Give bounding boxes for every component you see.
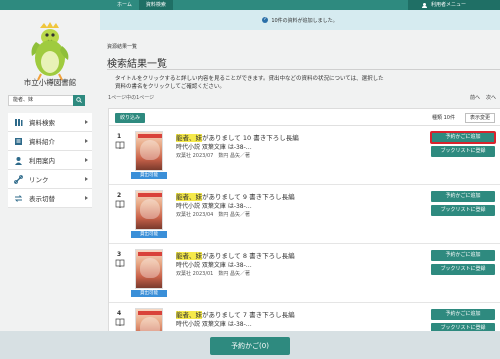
sidebar-item-link[interactable]: リンク bbox=[8, 170, 92, 189]
title-highlight: 能者、妹 bbox=[176, 193, 202, 201]
book-cover[interactable] bbox=[135, 249, 163, 289]
sidebar-item-intro[interactable]: 資料紹介 bbox=[8, 132, 92, 151]
book-icon bbox=[115, 259, 125, 267]
top-nav: ホーム 資料検索 bbox=[110, 0, 173, 10]
item-title[interactable]: 能者、妹がありまして 7 書き下ろし長編 bbox=[176, 309, 295, 319]
item-series: 時代小説 双葉文庫 は-38-… bbox=[176, 144, 252, 151]
item-series: 時代小説 双葉文庫 は-38-… bbox=[176, 321, 252, 328]
title-rest: がありまして 10 書き下ろし長編 bbox=[202, 134, 299, 142]
cart-bar: 予約かご(0) bbox=[0, 331, 500, 359]
item-meta: 双葉社 2023/04 数円 昌矢／著 bbox=[176, 212, 250, 218]
sidebar-item-guide[interactable]: 利用案内 bbox=[8, 151, 92, 170]
results-header: 絞り込み 種類 10件 表示変更 bbox=[109, 109, 500, 126]
view-change-button[interactable]: 表示変更 bbox=[465, 113, 495, 123]
sidebar-item-label: リンク bbox=[29, 176, 49, 184]
item-number: 3 bbox=[117, 251, 122, 258]
item-number: 1 bbox=[117, 133, 122, 140]
sidebar-item-label: 表示切替 bbox=[29, 195, 55, 203]
title-rest: がありまして 7 書き下ろし長編 bbox=[202, 311, 295, 319]
title-rest: がありまして 8 書き下ろし長編 bbox=[202, 252, 295, 260]
result-item: 1 貸出可能 能者、妹がありまして 10 書き下ろし長編 時代小説 双葉文庫 は… bbox=[109, 127, 500, 185]
availability-badge: 貸出可能 bbox=[131, 231, 167, 238]
result-count: 種類 10件 bbox=[432, 115, 455, 121]
add-to-cart-button[interactable]: 予約かごに追加 bbox=[431, 309, 495, 320]
pager-next[interactable]: 次へ bbox=[486, 94, 496, 101]
result-item: 3 貸出可能 能者、妹がありまして 8 書き下ろし長編 時代小説 双葉文庫 は-… bbox=[109, 245, 500, 303]
add-to-cart-button[interactable]: 予約かごに追加 bbox=[430, 131, 496, 144]
book-cover[interactable] bbox=[135, 131, 163, 171]
title-highlight: 能者、妹 bbox=[176, 252, 202, 260]
notice-banner: ✓ 10件の資料が追加しました。 bbox=[100, 10, 500, 30]
chevron-right-icon bbox=[85, 139, 88, 143]
add-to-booklist-button[interactable]: ブックリストに登録 bbox=[431, 146, 495, 157]
add-to-booklist-button[interactable]: ブックリストに登録 bbox=[431, 264, 495, 275]
result-item: 2 貸出可能 能者、妹がありまして 9 書き下ろし長編 時代小説 双葉文庫 は-… bbox=[109, 186, 500, 244]
sidebar-item-switch[interactable]: 表示切替 bbox=[8, 189, 92, 208]
item-title[interactable]: 能者、妹がありまして 8 書き下ろし長編 bbox=[176, 250, 295, 260]
results-panel: 絞り込み 種類 10件 表示変更 1 貸出可能 能者、妹がありまして 10 書き… bbox=[108, 108, 500, 359]
page-description: タイトルをクリックすると詳しい内容を見ることができます。貸出中などの資料の状況に… bbox=[115, 76, 384, 90]
search-button[interactable] bbox=[73, 95, 85, 106]
item-series: 時代小説 双葉文庫 は-38-… bbox=[176, 203, 252, 210]
page-title: 検索結果一覧 bbox=[107, 59, 167, 70]
title-highlight: 能者、妹 bbox=[176, 311, 202, 319]
filter-button[interactable]: 絞り込み bbox=[115, 113, 145, 123]
sidebar-item-label: 資料検索 bbox=[29, 119, 55, 127]
divider bbox=[107, 69, 500, 70]
chevron-right-icon bbox=[85, 196, 88, 200]
add-to-cart-button[interactable]: 予約かごに追加 bbox=[431, 191, 495, 202]
library-name: 市立小樽図書館 bbox=[23, 78, 77, 87]
pager-prev[interactable]: 前へ bbox=[470, 94, 480, 101]
main-content: 資源結果一覧 検索結果一覧 タイトルをクリックすると詳しい内容を見ることができま… bbox=[100, 30, 500, 359]
sidebar-item-label: 資料紹介 bbox=[29, 138, 55, 146]
chevron-right-icon bbox=[85, 177, 88, 181]
add-to-cart-button[interactable]: 予約かごに追加 bbox=[431, 250, 495, 261]
item-number: 2 bbox=[117, 192, 122, 199]
pager: 前へ 次へ bbox=[470, 94, 496, 101]
user-menu-button[interactable]: 利用者メニュー bbox=[408, 0, 500, 10]
book-cover[interactable] bbox=[135, 190, 163, 230]
chevron-right-icon bbox=[85, 120, 88, 124]
books-icon bbox=[14, 118, 23, 127]
notice-text: 10件の資料が追加しました。 bbox=[271, 17, 338, 24]
item-series: 時代小説 双葉文庫 は-38-… bbox=[176, 262, 252, 269]
link-icon bbox=[14, 174, 23, 184]
sidebar-item-label: 利用案内 bbox=[29, 157, 55, 165]
chevron-right-icon bbox=[85, 158, 88, 162]
sidebar-menu: 資料検索 資料紹介 利用案内 リンク 表示切替 bbox=[8, 113, 92, 208]
sidebar: 市立小樽図書館 能者、妹 資料検索 資料紹介 利用案内 リンク 表示切替 bbox=[0, 10, 100, 359]
book-icon bbox=[115, 200, 125, 208]
title-rest: がありまして 9 書き下ろし長編 bbox=[202, 193, 295, 201]
availability-badge: 貸出可能 bbox=[131, 172, 167, 179]
user-menu-label: 利用者メニュー bbox=[431, 2, 467, 8]
nav-home[interactable]: ホーム bbox=[110, 0, 139, 10]
item-meta: 双葉社 2023/07 数円 昌矢／著 bbox=[176, 153, 250, 159]
item-title[interactable]: 能者、妹がありまして 10 書き下ろし長編 bbox=[176, 132, 299, 142]
nav-search[interactable]: 資料検索 bbox=[138, 0, 173, 10]
person-icon bbox=[14, 156, 23, 165]
item-number: 4 bbox=[117, 310, 122, 317]
title-highlight: 能者、妹 bbox=[176, 134, 202, 142]
breadcrumb: 資源結果一覧 bbox=[107, 44, 138, 50]
search-icon bbox=[76, 97, 82, 103]
book-icon bbox=[115, 318, 125, 326]
switch-icon bbox=[14, 194, 23, 203]
book-icon bbox=[115, 141, 125, 149]
reservation-cart-button[interactable]: 予約かご(0) bbox=[210, 337, 290, 355]
check-icon: ✓ bbox=[262, 17, 269, 23]
item-meta: 双葉社 2023/01 数円 昌矢／著 bbox=[176, 271, 250, 277]
book-open-icon bbox=[14, 137, 23, 146]
user-icon bbox=[422, 2, 427, 8]
item-title[interactable]: 能者、妹がありまして 9 書き下ろし長編 bbox=[176, 191, 295, 201]
sidebar-item-search[interactable]: 資料検索 bbox=[8, 113, 92, 132]
availability-badge: 貸出可能 bbox=[131, 290, 167, 297]
add-to-booklist-button[interactable]: ブックリストに登録 bbox=[431, 205, 495, 216]
page-info: 1ページ中の1ページ bbox=[108, 95, 155, 101]
